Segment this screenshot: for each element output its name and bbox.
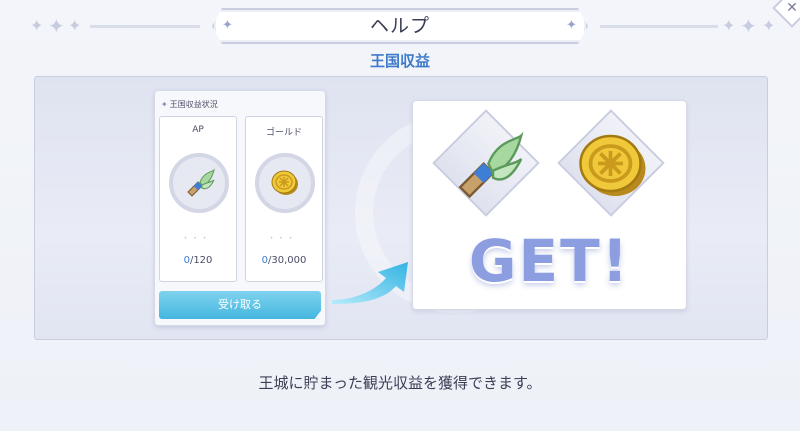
dialog-title: ヘルプ bbox=[369, 15, 430, 37]
ap-wing-icon bbox=[169, 153, 229, 213]
resource-max: /30,000 bbox=[268, 255, 307, 266]
progress-dots: ••• bbox=[269, 235, 299, 242]
panel-header-label: 王国収益状況 bbox=[169, 100, 218, 109]
sparkle-icon: ✦ bbox=[762, 16, 776, 35]
progress-dots: ••• bbox=[183, 235, 213, 242]
claim-button[interactable]: 受け取る bbox=[159, 291, 321, 319]
reward-panel: GET! bbox=[412, 100, 687, 310]
dialog-subtitle: 王国収益 bbox=[369, 52, 430, 70]
help-description: 王城に貯まった観光収益を獲得できます。 bbox=[258, 374, 542, 392]
panel-header: ✦ 王国収益状況 bbox=[161, 99, 218, 110]
sparkle-icon: ✦ bbox=[68, 16, 82, 35]
get-banner: GET! bbox=[468, 227, 631, 295]
kingdom-income-panel: ✦ 王国収益状況 AP ••• 0/120 ゴールド ••• 0/30,000 … bbox=[154, 90, 326, 326]
title-bar: ✦ ✦ ✦ ✦ ✦ ✦ ✦ ✦ ヘルプ bbox=[0, 0, 800, 52]
sparkle-icon: ✦ bbox=[740, 14, 757, 38]
resource-label: AP bbox=[192, 125, 204, 135]
resource-value: 0/120 bbox=[160, 255, 236, 266]
resource-box-ap: AP ••• 0/120 bbox=[159, 116, 237, 282]
resource-max: /120 bbox=[189, 255, 213, 266]
title-line-left bbox=[90, 25, 200, 28]
ap-wing-icon bbox=[446, 126, 526, 206]
resource-value: 0/30,000 bbox=[246, 255, 322, 266]
title-line-right bbox=[600, 25, 718, 28]
gold-coin-icon bbox=[255, 153, 315, 213]
bullet-icon: ✦ bbox=[161, 100, 168, 109]
gold-coin-icon bbox=[573, 126, 653, 206]
sparkle-icon: ✦ bbox=[48, 14, 65, 38]
help-dialog: ✦ ✦ ✦ ✦ ✦ ✦ ✦ ✦ ヘルプ ✕ 王国収益 ✦ 王国収益状況 AP •… bbox=[0, 0, 800, 431]
resource-label: ゴールド bbox=[265, 128, 302, 138]
arrow-icon bbox=[332, 262, 408, 304]
sparkle-icon: ✦ bbox=[722, 16, 736, 35]
close-icon: ✕ bbox=[786, 0, 798, 16]
sparkle-icon: ✦ bbox=[30, 16, 44, 35]
resource-box-gold: ゴールド ••• 0/30,000 bbox=[245, 116, 323, 282]
